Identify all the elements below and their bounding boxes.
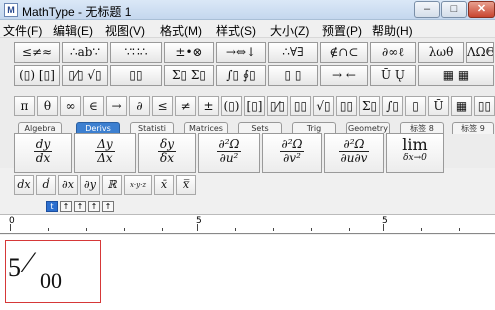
products-set-palette[interactable]: Ū Ų [370,65,416,86]
equation-edit-box[interactable]: 5 ⁄ 00 [5,240,101,303]
menu-edit[interactable]: 编辑(E) [53,22,93,39]
xbar-template[interactable]: x̄ [154,175,174,195]
subscript-superscript-palette[interactable]: ▯▯ [110,65,162,86]
menu-format[interactable]: 格式(M) [160,22,202,39]
equation-denominator: 00 [40,268,62,293]
not-equal-button[interactable]: ≠ [175,96,196,116]
extra-template-button[interactable]: ▯▯ [474,96,495,116]
lowercase-greek-palette[interactable]: λωθ [418,42,464,63]
partial-y-template[interactable]: ∂y [80,175,100,195]
embellishments-palette[interactable]: ∵∷∴ [110,42,162,63]
second-partial-v-template[interactable]: ∂²Ω ∂v² [262,133,322,173]
fence-templates-palette[interactable]: (▯) [▯] [14,65,60,86]
infinity-button[interactable]: ∞ [60,96,81,116]
mathtype-icon: M [4,3,18,17]
equation-workspace[interactable]: 5 ⁄ 00 [0,235,495,310]
subscript-button[interactable]: ▯▯ [336,96,357,116]
set-theory-palette[interactable]: ∉∩⊂ [320,42,368,63]
xdoublebar-template[interactable]: x̿ [176,175,196,195]
brackets-button[interactable]: [▯] [244,96,265,116]
operator-symbols-palette[interactable]: ±•⊗ [164,42,214,63]
overbar-button[interactable]: ▯ [405,96,426,116]
ruler[interactable]: 0 5 5 [0,214,495,234]
maximize-button[interactable]: □ [441,1,467,18]
sqrt-button[interactable]: √▯ [313,96,334,116]
mixed-partial-template[interactable]: ∂²Ω ∂u∂v [324,133,384,173]
size-up-3-button[interactable]: ↑ [88,201,100,212]
plus-minus-button[interactable]: ± [198,96,219,116]
limit-template[interactable]: lim δx→0 [386,133,444,173]
menu-bar: 文件(F) 编辑(E) 视图(V) 格式(M) 样式(S) 大小(Z) 预置(P… [0,20,495,38]
size-up-4-button[interactable]: ↑ [102,201,114,212]
dy-dx-template[interactable]: dy dx [14,133,72,173]
partial-button[interactable]: ∂ [129,96,150,116]
tab-label-9[interactable]: 标签 9 [452,122,494,134]
minimize-button[interactable]: – [414,1,440,18]
menu-size[interactable]: 大小(Z) [270,22,309,39]
logical-symbols-palette[interactable]: ∴∀∃ [268,42,318,63]
title-bar: M MathType - 无标题 1 – □ ✕ [0,0,495,20]
parentheses-button[interactable]: (▯) [221,96,242,116]
menu-file[interactable]: 文件(F) [3,22,42,39]
matrix-button[interactable]: ▦ [451,96,472,116]
equation-whole: 5 [8,253,21,282]
real-numbers-template[interactable]: ℝ [102,175,122,195]
element-of-button[interactable]: ∈ [83,96,104,116]
close-button[interactable]: ✕ [468,1,495,18]
spaces-ellipses-palette[interactable]: ∴ab∵ [62,42,108,63]
fraction-radical-palette[interactable]: ▯⁄▯ √▯ [62,65,108,86]
dx-template[interactable]: dx [14,175,34,195]
superscript-button[interactable]: ▯▯ [290,96,311,116]
integral-button[interactable]: ∫▯ [382,96,403,116]
size-up-1-button[interactable]: ↑ [60,201,72,212]
menu-view[interactable]: 视图(V) [105,22,145,39]
less-equal-button[interactable]: ≤ [152,96,173,116]
equation-slash: ⁄ [26,246,32,279]
summation-palette[interactable]: Σ▯ Σ▯ [164,65,214,86]
menu-preferences[interactable]: 预置(P) [322,22,362,39]
misc-symbols-palette[interactable]: ∂∞ℓ [370,42,416,63]
sum-button[interactable]: Σ▯ [359,96,380,116]
vector-button[interactable]: Ū [428,96,449,116]
matrix-palette[interactable]: ▦ ▦ [418,65,494,86]
xyz-template[interactable]: x·y·z [124,175,152,195]
pi-button[interactable]: π [14,96,35,116]
menu-style[interactable]: 样式(S) [216,22,256,39]
size-type-button[interactable]: t [46,201,58,212]
partial-y-x-template[interactable]: δy δx [138,133,196,173]
second-partial-u-template[interactable]: ∂²Ω ∂u² [198,133,260,173]
partial-x-template[interactable]: ∂x [58,175,78,195]
window-title: MathType - 无标题 1 [22,5,132,19]
mathtype-window: M MathType - 无标题 1 – □ ✕ 文件(F) 编辑(E) 视图(… [0,0,495,310]
right-arrow-button[interactable]: → [106,96,127,116]
arrow-symbols-palette[interactable]: →⇔↓ [216,42,266,63]
size-up-2-button[interactable]: ↑ [74,201,86,212]
dot-derivative-template[interactable]: ḋ [36,175,56,195]
delta-y-delta-x-template[interactable]: Δy Δx [74,133,136,173]
menu-help[interactable]: 帮助(H) [372,22,413,39]
theta-button[interactable]: θ [37,96,58,116]
relational-symbols-palette[interactable]: ≤≠≈ [14,42,60,63]
labeled-arrow-palette[interactable]: → ← [320,65,368,86]
fraction-button[interactable]: ▯⁄▯ [267,96,288,116]
underbar-overbar-palette[interactable]: ▯ ▯ [268,65,318,86]
integral-palette[interactable]: ∫▯ ∮▯ [216,65,266,86]
uppercase-greek-palette[interactable]: ΛΩΘ [466,42,494,63]
